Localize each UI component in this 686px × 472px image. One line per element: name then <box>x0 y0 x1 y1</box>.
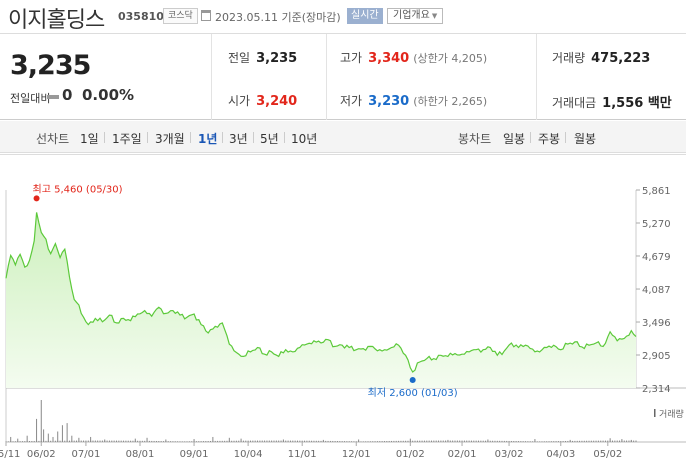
x-tick-label: 03/02 <box>495 449 524 460</box>
x-tick-label: 02/01 <box>448 449 477 460</box>
low-stat: 저가 3,230 (하한가 2,265) <box>340 92 487 109</box>
low-value: 3,230 <box>368 94 410 109</box>
change-value: 0 <box>62 86 73 104</box>
company-info-dropdown[interactable]: 기업개요 ▼ <box>387 8 444 24</box>
y-tick-label: 5,861 <box>642 186 671 197</box>
company-info-label: 기업개요 <box>393 10 430 21</box>
separator <box>104 132 105 143</box>
separator <box>147 132 148 143</box>
separator <box>253 132 254 143</box>
prev-close-stat: 전일 3,235 <box>228 49 297 66</box>
volume-stat: 거래량 475,223 <box>552 49 650 66</box>
separator <box>190 132 191 143</box>
price-summary: 3,235 전일대비 0 0.00% 전일 3,235 고가 3,340 (상한가 4… <box>0 34 686 120</box>
divider <box>536 34 537 120</box>
period-5y[interactable]: 5년 <box>260 130 279 147</box>
open-stat: 시가 3,240 <box>228 92 297 109</box>
candle-weekly[interactable]: 주봉 <box>538 130 560 147</box>
y-tick-label: 2,314 <box>642 384 671 395</box>
separator <box>530 132 531 143</box>
separator <box>565 132 566 143</box>
x-tick-label: 12/01 <box>342 449 371 460</box>
candle-daily[interactable]: 일봉 <box>503 130 525 147</box>
open-value: 3,240 <box>256 94 298 109</box>
stock-code: 035810 <box>118 10 164 23</box>
lower-limit: (하한가 2,265) <box>413 95 488 108</box>
candle-chart-label: 봉차트 <box>458 132 492 146</box>
company-name: 이지홀딩스 <box>8 8 105 33</box>
x-tick-label: 07/01 <box>72 449 101 460</box>
x-tick-label: 09/01 <box>180 449 209 460</box>
period-bar: 선차트 1일 1주일 3개월 1년 3년 5년 10년 봉차트 일봉 주봉 월봉 <box>0 121 686 153</box>
period-10y[interactable]: 10년 <box>291 130 317 147</box>
current-price-box: 3,235 전일대비 0 0.00% <box>0 34 212 120</box>
amount-stat: 거래대금 1,556 백만 <box>552 92 672 111</box>
high-stat: 고가 3,340 (상한가 4,205) <box>340 49 487 66</box>
change-percent: 0.00% <box>82 86 135 104</box>
y-axis-labels: 5,861 5,270 4,679 4,087 3,496 2,905 2,314 <box>636 186 671 395</box>
price-chart: 5,861 5,270 4,679 4,087 3,496 2,905 2,314 최고 5… <box>0 154 686 460</box>
chart-grid <box>0 154 686 443</box>
max-label: 최고 5,460 (05/30) <box>33 183 123 195</box>
x-tick-label: 05/02 <box>593 449 622 460</box>
change-label: 전일대비 <box>10 92 51 105</box>
volume-chart: 거래량 <box>5 400 684 442</box>
chevron-down-icon: ▼ <box>431 12 438 20</box>
x-tick-label: 11/01 <box>288 449 317 460</box>
volume-legend-icon <box>654 409 656 417</box>
calendar-icon <box>201 10 211 21</box>
divider <box>326 34 327 120</box>
reference-date: 2023.05.11 기준(장마감) <box>215 11 341 24</box>
separator <box>222 132 223 143</box>
x-tick-label: 08/01 <box>126 449 155 460</box>
x-tick-label: 10/04 <box>234 449 263 460</box>
y-tick-label: 3,496 <box>642 318 671 329</box>
volume-label: 거래량 <box>552 51 586 65</box>
low-label: 저가 <box>340 94 363 108</box>
flat-change-icon <box>47 95 59 99</box>
x-tick-label: 05/11 <box>0 449 20 460</box>
volume-value: 475,223 <box>591 51 651 66</box>
y-tick-label: 4,679 <box>642 252 671 263</box>
open-label: 시가 <box>228 94 251 108</box>
prev-close-value: 3,235 <box>256 51 298 66</box>
max-marker <box>33 195 40 202</box>
period-1d[interactable]: 1일 <box>80 130 99 147</box>
price-area-fill <box>6 212 636 388</box>
x-axis-labels: 05/11 06/02 07/01 08/01 09/01 10/04 11/01 12/01… <box>0 442 622 460</box>
line-chart-label: 선차트 <box>36 132 70 146</box>
current-price: 3,235 <box>10 50 91 81</box>
x-tick-label: 06/02 <box>27 449 56 460</box>
period-3y[interactable]: 3년 <box>229 130 248 147</box>
amount-value: 1,556 백만 <box>602 96 672 111</box>
min-label: 최저 2,600 (01/03) <box>368 387 458 399</box>
period-1y[interactable]: 1년 <box>198 130 217 147</box>
realtime-button[interactable]: 실시간 <box>347 8 383 24</box>
upper-limit: (상한가 4,205) <box>413 52 488 65</box>
y-tick-label: 2,905 <box>642 351 671 362</box>
x-tick-label: 04/03 <box>546 449 575 460</box>
y-tick-label: 5,270 <box>642 219 671 230</box>
volume-label: 거래량 <box>659 408 684 420</box>
separator <box>284 132 285 143</box>
period-1w[interactable]: 1주일 <box>112 130 142 147</box>
y-tick-label: 4,087 <box>642 285 671 296</box>
min-marker <box>409 377 416 384</box>
market-badge: 코스닥 <box>163 8 198 24</box>
prev-close-label: 전일 <box>228 51 251 65</box>
period-3m[interactable]: 3개월 <box>155 130 185 147</box>
stock-header: 이지홀딩스 035810 코스닥 2023.05.11 기준(장마감) 실시간 … <box>0 0 686 34</box>
high-value: 3,340 <box>368 51 410 66</box>
high-label: 고가 <box>340 51 363 65</box>
candle-monthly[interactable]: 월봉 <box>574 130 596 147</box>
x-tick-label: 01/02 <box>396 449 425 460</box>
amount-label: 거래대금 <box>552 96 597 110</box>
